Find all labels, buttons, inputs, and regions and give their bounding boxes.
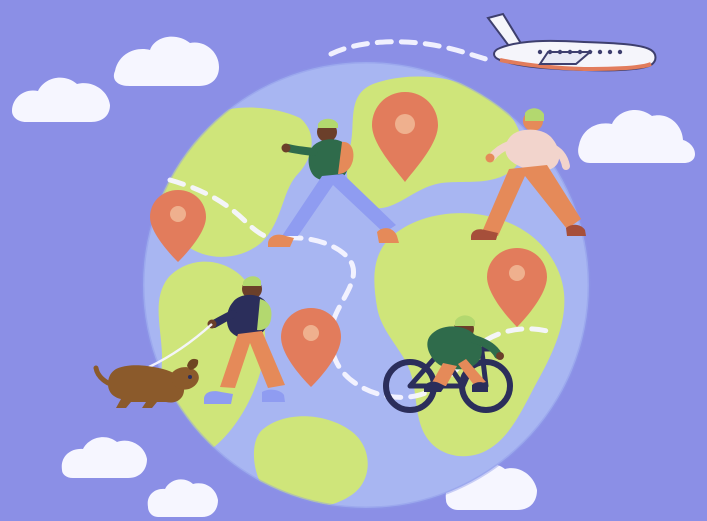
illustration-canvas [0,0,707,521]
travel-illustration [0,0,707,521]
